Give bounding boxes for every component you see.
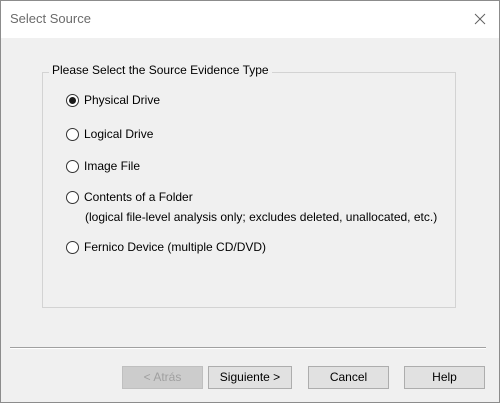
radio-button[interactable] (66, 241, 79, 254)
window-title: Select Source (10, 11, 91, 26)
radio-label: Contents of a Folder (84, 190, 193, 204)
cancel-button[interactable]: Cancel (308, 366, 389, 389)
groupbox-label: Please Select the Source Evidence Type (49, 63, 272, 77)
folder-option-note: (logical file-level analysis only; exclu… (85, 210, 438, 224)
close-icon (474, 13, 486, 25)
next-button[interactable]: Siguiente > (208, 366, 292, 389)
title-bar: Select Source (1, 1, 499, 38)
back-button[interactable]: < Atrás (122, 366, 203, 389)
help-button[interactable]: Help (404, 366, 485, 389)
radio-button-checked[interactable] (66, 94, 79, 107)
close-button[interactable] (461, 1, 499, 38)
radio-button[interactable] (66, 160, 79, 173)
radio-button[interactable] (66, 191, 79, 204)
radio-label: Image File (84, 159, 141, 173)
radio-label: Physical Drive (84, 93, 161, 107)
radio-label: Fernico Device (multiple CD/DVD) (84, 240, 267, 254)
radio-label: Logical Drive (84, 127, 154, 141)
footer-separator (10, 347, 486, 349)
radio-button[interactable] (66, 128, 79, 141)
